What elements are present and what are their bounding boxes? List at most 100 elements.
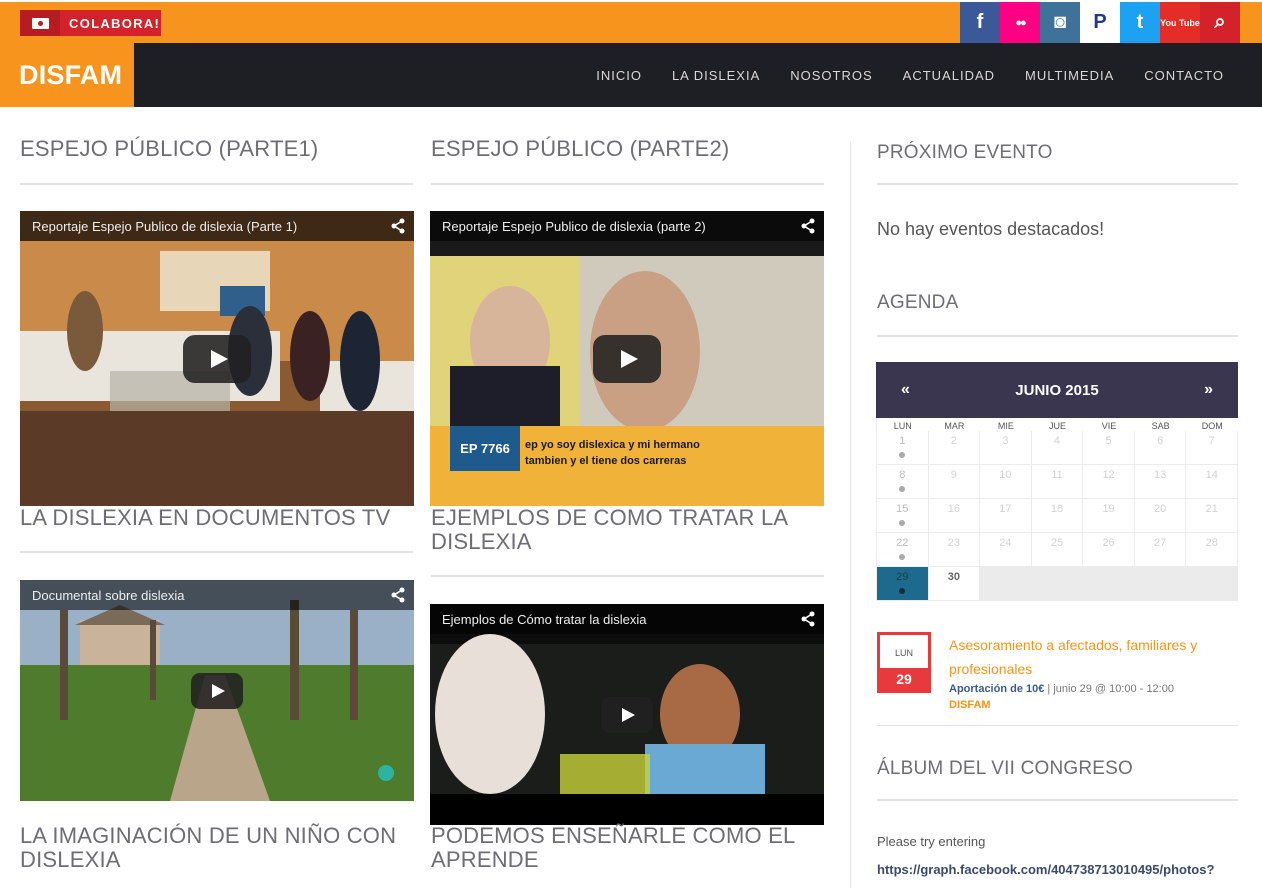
calendar-day[interactable]: 27 xyxy=(1134,533,1187,567)
nav-item-multimedia[interactable]: MULTIMEDIA xyxy=(1025,68,1114,83)
divider xyxy=(431,575,824,577)
nav-item-actualidad[interactable]: ACTUALIDAD xyxy=(903,68,995,83)
calendar-day[interactable]: 17 xyxy=(980,499,1032,533)
channel-badge: EP 7766 xyxy=(460,441,510,456)
section-title: LA DISLEXIA EN DOCUMENTOS TV xyxy=(20,505,391,530)
nav-item-contacto[interactable]: CONTACTO xyxy=(1144,68,1224,83)
instagram-icon[interactable]: ◙ xyxy=(1040,2,1080,43)
event-dot-icon xyxy=(899,554,906,560)
calendar-weekday: DOM xyxy=(1201,421,1223,431)
calendar-day[interactable]: 16 xyxy=(928,499,981,533)
nav-item-inicio[interactable]: INICIO xyxy=(596,68,642,83)
event-day: 29 xyxy=(880,668,928,690)
ticket-icon xyxy=(20,10,60,36)
event-meta: Aportación de 10€ | junio 29 @ 10:00 - 1… xyxy=(949,683,1239,695)
social-links: f ●● ◙ Pt You Tube ⌕ xyxy=(960,2,1240,43)
event-organizer-link[interactable]: DISFAM xyxy=(949,699,991,711)
calendar-day[interactable]: 19 xyxy=(1083,499,1135,533)
section-title: ESPEJO PÚBLICO (PARTE2) xyxy=(431,136,730,161)
event-dot-icon xyxy=(899,588,906,594)
video-title[interactable]: Reportaje Espejo Publico de dislexia (pa… xyxy=(442,219,706,234)
nav-item-nosotros[interactable]: NOSOTROS xyxy=(790,68,872,83)
event-title-link[interactable]: Asesoramiento a afectados, familiares y … xyxy=(949,633,1234,681)
section-title: PODEMOS ENSEÑARLE COMO EL APRENDE xyxy=(431,823,795,872)
calendar-day[interactable]: 29 xyxy=(877,567,929,601)
calendar-empty-cells xyxy=(980,567,1238,601)
sidebar-divider xyxy=(850,142,851,888)
calendar-day[interactable]: 20 xyxy=(1134,499,1187,533)
calendar-day[interactable]: 25 xyxy=(1031,533,1084,567)
flickr-icon[interactable]: ●● xyxy=(1000,2,1040,43)
video-title[interactable]: Reportaje Espejo Publico de dislexia (Pa… xyxy=(32,219,297,234)
play-button[interactable] xyxy=(593,334,661,383)
album-hint: Please try entering xyxy=(877,834,986,849)
video-title[interactable]: Documental sobre dislexia xyxy=(32,588,184,603)
share-icon[interactable] xyxy=(390,218,406,234)
calendar-day[interactable]: 23 xyxy=(928,533,981,567)
paypal-icon[interactable]: P xyxy=(1080,2,1120,43)
calendar-day[interactable]: 5 xyxy=(1083,431,1135,465)
section-title: ESPEJO PÚBLICO (PARTE1) xyxy=(20,136,319,161)
calendar-weekday: SAB xyxy=(1151,421,1170,431)
share-icon[interactable] xyxy=(800,218,816,234)
calendar-header: « JUNIO 2015 » xyxy=(876,362,1238,418)
play-button[interactable] xyxy=(183,334,251,383)
video-player[interactable]: Ejemplos de Cómo tratar la dislexia xyxy=(430,604,824,825)
nav-item-la-dislexia[interactable]: LA DISLEXIA xyxy=(672,68,760,83)
twitter-icon[interactable]: t xyxy=(1120,2,1160,43)
colabora-button[interactable]: COLABORA! xyxy=(20,10,161,36)
calendar-day[interactable]: 10 xyxy=(980,465,1032,499)
search-icon[interactable]: ⌕ xyxy=(1200,2,1240,43)
calendar-day[interactable]: 12 xyxy=(1083,465,1135,499)
section-title: LA IMAGINACIÓN DE UN NIÑO CON DISLEXIA xyxy=(20,823,397,872)
calendar-day[interactable]: 9 xyxy=(928,465,981,499)
calendar-day[interactable]: 21 xyxy=(1186,499,1238,533)
video-player[interactable]: Documental sobre dislexia xyxy=(20,580,414,801)
album-url[interactable]: https://graph.facebook.com/4047387130104… xyxy=(877,862,1214,877)
video-player[interactable]: Reportaje Espejo Publico de dislexia (Pa… xyxy=(20,211,414,506)
event-dot-icon xyxy=(899,520,906,526)
event-weekday: LUN xyxy=(880,635,928,668)
subtitle-line: tambien y el tiene dos carreras xyxy=(525,455,686,467)
divider xyxy=(431,183,824,185)
calendar-day[interactable]: 2 xyxy=(928,431,981,465)
calendar-day[interactable]: 1 xyxy=(877,431,929,465)
event-dot-icon xyxy=(899,452,906,458)
calendar-day[interactable]: 18 xyxy=(1031,499,1084,533)
calendar-day[interactable]: 14 xyxy=(1186,465,1238,499)
site-logo[interactable]: DISFAM xyxy=(0,43,134,107)
calendar-day[interactable]: 7 xyxy=(1186,431,1238,465)
share-icon[interactable] xyxy=(800,611,816,627)
calendar-day[interactable]: 28 xyxy=(1186,533,1238,567)
play-button[interactable] xyxy=(601,696,653,733)
calendar-day[interactable]: 22 xyxy=(877,533,929,567)
calendar-day[interactable]: 4 xyxy=(1031,431,1084,465)
divider xyxy=(877,335,1238,337)
video-title-bar: Documental sobre dislexia xyxy=(20,580,414,610)
calendar-day[interactable]: 24 xyxy=(980,533,1032,567)
youtube-icon[interactable]: You Tube xyxy=(1160,2,1200,43)
video-title[interactable]: Ejemplos de Cómo tratar la dislexia xyxy=(442,612,646,627)
calendar-day[interactable]: 30 xyxy=(928,567,981,601)
prev-month-button[interactable]: « xyxy=(901,381,910,399)
next-month-button[interactable]: » xyxy=(1204,381,1213,399)
calendar-day[interactable]: 3 xyxy=(980,431,1032,465)
calendar-day[interactable]: 15 xyxy=(877,499,929,533)
calendar-day[interactable]: 13 xyxy=(1134,465,1187,499)
album-title: ÁLBUM DEL VII CONGRESO xyxy=(877,758,1134,779)
play-button[interactable] xyxy=(191,672,243,709)
calendar-day[interactable]: 26 xyxy=(1083,533,1135,567)
subtitle-line: ep yo soy dislexica y mi hermano xyxy=(525,439,700,451)
calendar-day[interactable]: 6 xyxy=(1134,431,1187,465)
calendar-day[interactable]: 8 xyxy=(877,465,929,499)
divider xyxy=(877,725,1238,726)
event-when: | junio 29 @ 10:00 - 12:00 xyxy=(1044,683,1174,695)
divider xyxy=(20,183,413,185)
facebook-icon[interactable]: f xyxy=(960,2,1000,43)
calendar-day[interactable]: 11 xyxy=(1031,465,1084,499)
video-title-bar: Reportaje Espejo Publico de dislexia (Pa… xyxy=(20,211,414,241)
video-player[interactable]: EP 7766 ep yo soy dislexica y mi hermano… xyxy=(430,211,824,506)
share-icon[interactable] xyxy=(390,587,406,603)
divider xyxy=(877,799,1238,801)
main-menu: INICIO LA DISLEXIA NOSOTROS ACTUALIDAD M… xyxy=(566,43,1224,107)
